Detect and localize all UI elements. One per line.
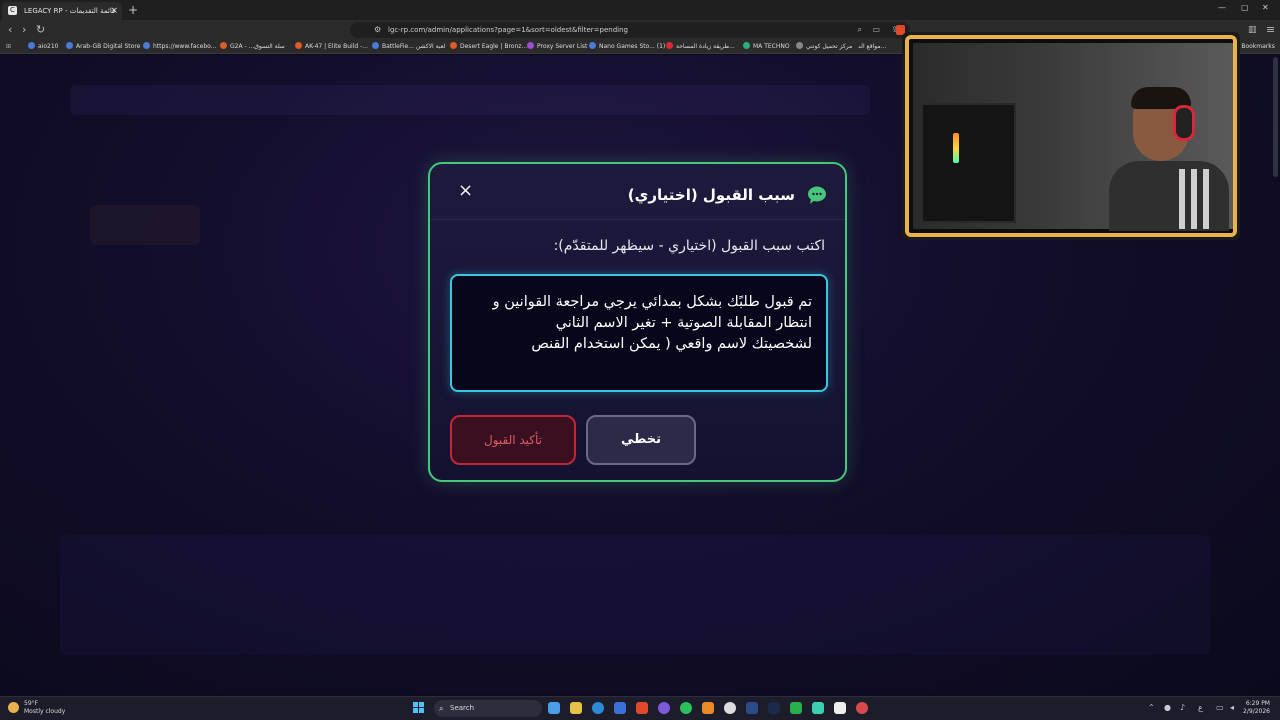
clock-time: 6:29 PM <box>1245 700 1270 707</box>
zoom-icon[interactable]: ⌕ <box>858 22 862 38</box>
windows-start-icon[interactable] <box>413 702 425 714</box>
page-scrollbar[interactable] <box>1273 57 1278 177</box>
bookmark-item[interactable]: Nano Games Sto... (1) <box>589 42 665 52</box>
file-explorer-icon[interactable] <box>570 702 582 714</box>
blurred-table <box>60 535 1210 655</box>
bookmark-item[interactable]: BattleFie... لعبة الاكشن <box>372 42 445 52</box>
tray-chevron-icon[interactable]: ⌃ <box>1148 703 1155 712</box>
weather-desc: Mostly cloudy <box>24 708 66 715</box>
apps-grid-icon[interactable]: ⊞ <box>6 42 11 52</box>
search-placeholder: Search <box>450 704 475 712</box>
app-icon[interactable] <box>834 702 846 714</box>
bookmark-item[interactable]: aio210 <box>28 42 58 52</box>
address-url: lgc-rp.com/admin/applications?page=1&sor… <box>388 26 628 34</box>
search-icon: ⌕ <box>439 704 444 713</box>
blurred-nav <box>70 85 870 115</box>
minimize-icon[interactable]: — <box>1218 3 1226 12</box>
tray-app-icon[interactable]: ● <box>1164 703 1171 712</box>
network-icon[interactable]: ▭ <box>1216 703 1224 712</box>
bookmark-item[interactable]: Proxy Server List <box>527 42 587 52</box>
bookmark-item[interactable]: Arab-GB Digital Store <box>66 42 140 52</box>
weather-temp: 59°F <box>24 700 39 707</box>
reload-icon[interactable]: ↻ <box>36 23 45 37</box>
bookmark-item[interactable]: مركز تحميل كوتني <box>796 42 852 52</box>
copilot-icon[interactable] <box>548 702 560 714</box>
brave-icon[interactable] <box>636 702 648 714</box>
tab-title: LEGACY RP - قائمة التقديمات <box>24 7 116 15</box>
browser-tab-bar: C LEGACY RP - قائمة التقديمات × + — ▢ ✕ <box>0 0 1280 20</box>
bookmark-item[interactable]: AK-47 | Elite Build -... <box>295 42 368 52</box>
window-close-icon[interactable]: ✕ <box>1262 3 1269 12</box>
weather-icon <box>8 702 19 713</box>
modal-header: سبب القبول (اختياري) × <box>430 164 845 220</box>
sidebar-icon[interactable]: ▥ <box>1248 23 1257 37</box>
taskbar-search[interactable]: ⌕ Search <box>434 700 542 717</box>
discord-icon[interactable] <box>658 702 670 714</box>
bookmark-item[interactable]: G2A - ...سلة التسوق <box>220 42 285 52</box>
windows-taskbar: 59°F Mostly cloudy ⌕ Search ⌃ ● ♪ ع ▭ ◂ … <box>0 696 1280 720</box>
taskbar-clock[interactable]: 6:29 PM 2/9/2026 <box>1243 700 1270 716</box>
tab-close-icon[interactable]: × <box>110 2 118 20</box>
whatsapp-icon[interactable] <box>812 702 824 714</box>
site-favicon-icon: C <box>8 6 17 15</box>
address-bar[interactable]: ⚙ lgc-rp.com/admin/applications?page=1&s… <box>350 22 910 38</box>
bookmark-item[interactable]: MA TECHNO <box>743 42 790 52</box>
store-icon[interactable] <box>614 702 626 714</box>
new-tab-button[interactable]: + <box>128 2 138 18</box>
spotify-icon[interactable] <box>680 702 692 714</box>
volume-icon[interactable]: ◂ <box>1230 703 1234 712</box>
epic-games-icon[interactable] <box>724 702 736 714</box>
menu-icon[interactable]: ≡ <box>1266 23 1275 37</box>
confirm-accept-button[interactable]: تأكيد القبول <box>450 415 576 465</box>
bookmark-item[interactable]: https://www.facebo... <box>143 42 216 52</box>
skip-button[interactable]: تخطي <box>586 415 696 465</box>
microphone-icon[interactable]: ♪ <box>1180 703 1185 712</box>
maximize-icon[interactable]: ▢ <box>1241 3 1249 12</box>
bookmark-item[interactable]: Desert Eagle | Bronz... <box>450 42 527 52</box>
bookmark-item[interactable]: مواقع الد... <box>858 42 886 52</box>
browser-tab[interactable]: C LEGACY RP - قائمة التقديمات × <box>2 2 122 20</box>
app-icon[interactable] <box>746 702 758 714</box>
back-arrow-icon[interactable]: ‹ <box>8 23 12 37</box>
close-icon[interactable]: × <box>458 182 473 200</box>
webcam-frame <box>905 35 1237 237</box>
chat-bubble-icon <box>808 186 826 204</box>
clock-date: 2/9/2026 <box>1243 708 1270 715</box>
install-icon[interactable]: ▭ <box>872 22 880 38</box>
reason-field-label: اكتب سبب القبول (اختياري - سيظهر للمتقدّ… <box>553 238 825 254</box>
xbox-icon[interactable] <box>790 702 802 714</box>
bookmark-item[interactable]: طريقة زيادة المساحة... <box>666 42 735 52</box>
modal-title: سبب القبول (اختياري) <box>627 186 795 204</box>
weather-widget[interactable]: 59°F Mostly cloudy <box>8 700 65 716</box>
app-icon[interactable] <box>856 702 868 714</box>
site-info-icon[interactable]: ⚙ <box>374 22 381 38</box>
edge-icon[interactable] <box>592 702 604 714</box>
forward-arrow-icon[interactable]: › <box>22 23 26 37</box>
blurred-card <box>90 205 200 245</box>
steam-icon[interactable] <box>768 702 780 714</box>
accept-reason-modal: سبب القبول (اختياري) × اكتب سبب القبول (… <box>428 162 847 482</box>
language-icon[interactable]: ع <box>1198 703 1203 712</box>
reason-textarea[interactable]: تم قبول طلبًك بشكل بمدائي يرجي مراجعة ال… <box>450 274 828 392</box>
cloud-icon[interactable] <box>702 702 714 714</box>
webcam-overlay <box>902 32 1240 240</box>
